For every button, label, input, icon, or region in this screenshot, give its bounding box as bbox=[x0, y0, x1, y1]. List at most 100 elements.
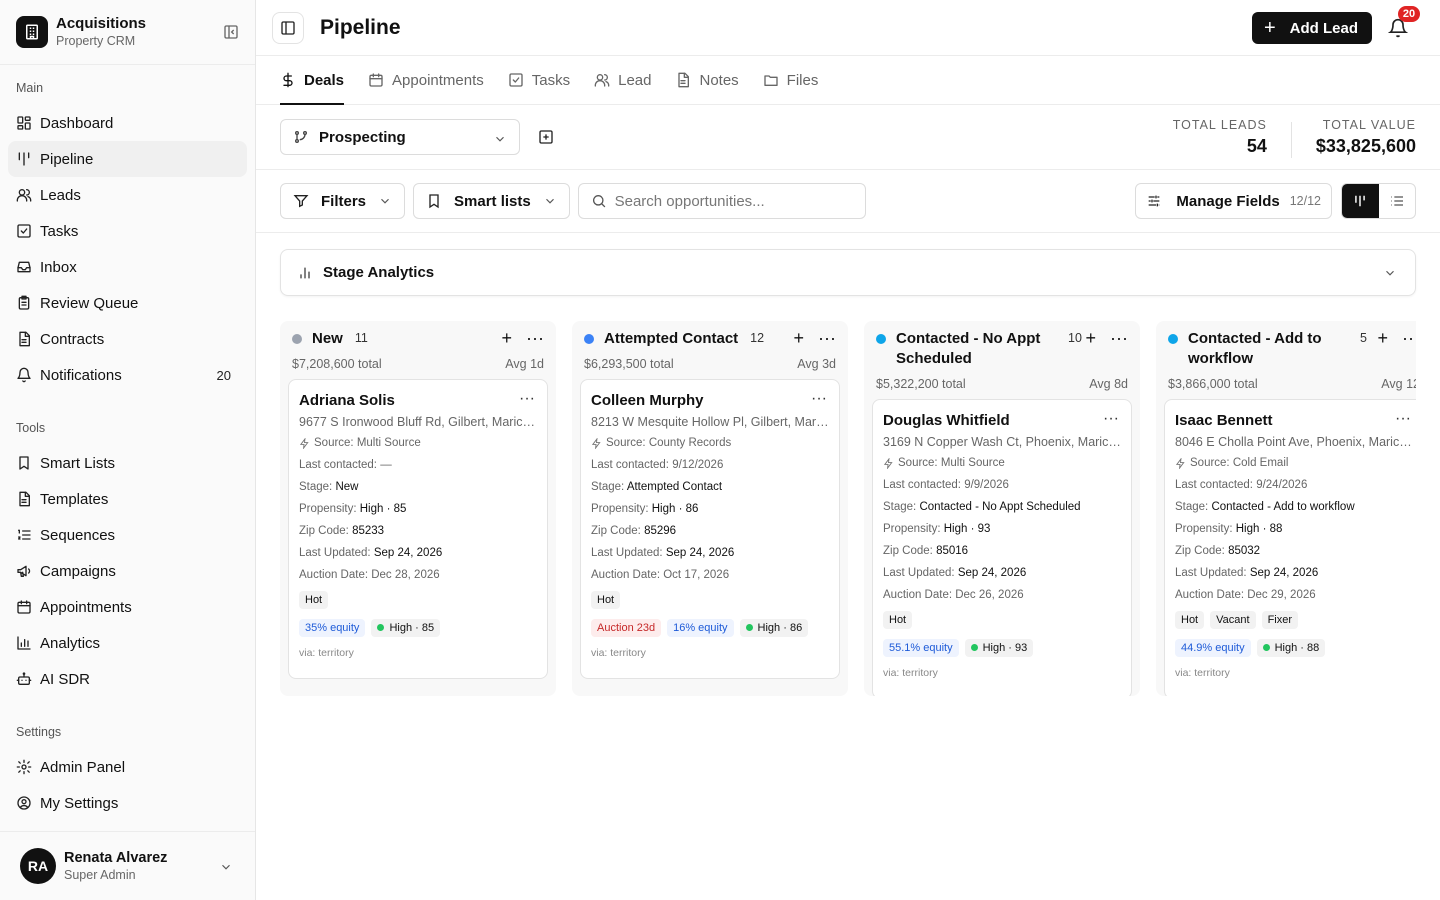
tab-label: Deals bbox=[304, 71, 345, 89]
sidebar-item-templates[interactable]: Templates bbox=[8, 481, 247, 517]
collapse-sidebar-icon[interactable] bbox=[223, 24, 239, 40]
lead-source: Source: Multi Source bbox=[883, 457, 1121, 469]
bot-icon bbox=[16, 672, 32, 685]
pipeline-select[interactable]: Prospecting bbox=[280, 119, 520, 155]
stage-analytics-toggle[interactable]: Stage Analytics bbox=[280, 249, 1416, 296]
more-options-icon[interactable]: ··· bbox=[1395, 410, 1411, 428]
board-view-button[interactable] bbox=[1342, 184, 1379, 218]
zap-icon bbox=[883, 457, 893, 469]
propensity-label: Propensity: bbox=[299, 503, 357, 515]
propensity-badge: High · 88 bbox=[1256, 639, 1326, 657]
propensity-row: Propensity: High · 85 bbox=[299, 503, 537, 515]
add-card-icon[interactable]: + bbox=[1378, 329, 1389, 347]
list-icon bbox=[1390, 196, 1403, 206]
sidebar-item-campaigns[interactable]: Campaigns bbox=[8, 553, 247, 589]
more-options-icon[interactable]: ··· bbox=[818, 329, 836, 347]
more-options-icon[interactable]: ··· bbox=[526, 329, 544, 347]
sidebar-item-dashboard[interactable]: Dashboard bbox=[8, 105, 247, 141]
last-contacted: Last contacted: 9/9/2026 bbox=[883, 479, 1009, 491]
updated-row: Last Updated: Sep 24, 2026 bbox=[299, 547, 537, 559]
sidebar-item-pipeline[interactable]: Pipeline bbox=[8, 141, 247, 177]
last-contacted: Last contacted: — bbox=[299, 459, 392, 471]
more-options-icon[interactable]: ··· bbox=[519, 390, 535, 408]
sidebar-item-notifications[interactable]: Notifications 20 bbox=[8, 357, 247, 393]
column-header: Contacted - Add to workflow 5 + ··· bbox=[1164, 329, 1416, 369]
filters-button[interactable]: Filters bbox=[280, 183, 406, 219]
kanban-icon bbox=[1355, 195, 1366, 207]
more-options-icon[interactable]: ··· bbox=[1402, 329, 1416, 347]
bookmark-icon bbox=[429, 194, 439, 209]
toggle-panel-button[interactable] bbox=[272, 11, 304, 44]
tab-tasks[interactable]: Tasks bbox=[508, 56, 570, 104]
zap-icon bbox=[299, 437, 309, 449]
sidebar-item-admin-panel[interactable]: Admin Panel bbox=[8, 749, 247, 785]
sidebar-item-analytics[interactable]: Analytics bbox=[8, 625, 247, 661]
chevron-down-icon bbox=[545, 198, 554, 204]
add-card-icon[interactable]: + bbox=[794, 329, 805, 347]
stage-label: Stage: bbox=[883, 501, 917, 513]
smart-lists-button[interactable]: Smart lists bbox=[413, 183, 570, 219]
lead-card[interactable]: Isaac Bennett ··· 8046 E Cholla Point Av… bbox=[1164, 399, 1416, 696]
add-lead-button[interactable]: + Add Lead bbox=[1251, 12, 1372, 44]
stage-label: Stage: bbox=[299, 481, 333, 493]
fields-count: 12/12 bbox=[1289, 194, 1321, 208]
tab-appointments[interactable]: Appointments bbox=[368, 56, 484, 104]
nav-group-tools-title: Tools bbox=[16, 421, 46, 435]
list-view-button[interactable] bbox=[1379, 184, 1416, 218]
tag-list: Hot bbox=[591, 591, 829, 609]
document-icon bbox=[678, 72, 690, 88]
pipeline-select-value: Prospecting bbox=[319, 128, 406, 146]
tab-deals[interactable]: Deals bbox=[280, 56, 345, 105]
filter-icon bbox=[293, 195, 309, 208]
add-pipeline-icon[interactable] bbox=[538, 129, 554, 145]
sliders-icon bbox=[1149, 195, 1160, 207]
sidebar-item-review-queue[interactable]: Review Queue bbox=[8, 285, 247, 321]
stage-color-dot bbox=[584, 334, 594, 344]
add-card-icon[interactable]: + bbox=[502, 329, 513, 347]
sidebar-item-my-settings[interactable]: My Settings bbox=[8, 785, 247, 821]
stage-color-dot bbox=[1168, 334, 1178, 344]
sidebar-item-label: Pipeline bbox=[40, 150, 94, 168]
propensity-value: High · 88 bbox=[1235, 523, 1283, 535]
lead-card[interactable]: Adriana Solis ··· 9677 S Ironwood Bluff … bbox=[288, 379, 548, 679]
propensity-row: Propensity: High · 86 bbox=[591, 503, 829, 515]
user-menu[interactable]: RA Renata Alvarez Super Admin bbox=[0, 831, 255, 900]
badge-list: 44.9% equity High · 88 bbox=[1175, 639, 1413, 657]
user-role: Super Admin bbox=[64, 868, 136, 882]
tab-lead[interactable]: Lead bbox=[594, 56, 651, 104]
sidebar-item-contracts[interactable]: Contracts bbox=[8, 321, 247, 357]
column-title: Attempted Contact bbox=[604, 330, 739, 347]
tag-list: Hot bbox=[883, 611, 1121, 629]
user-name: Renata Alvarez bbox=[64, 850, 168, 866]
tab-files[interactable]: Files bbox=[763, 56, 818, 104]
lead-card[interactable]: Douglas Whitfield ··· 3169 N Copper Wash… bbox=[872, 399, 1132, 696]
more-options-icon[interactable]: ··· bbox=[811, 390, 827, 408]
stage-label: Stage: bbox=[1175, 501, 1209, 513]
search-input[interactable] bbox=[614, 192, 853, 210]
sidebar-item-smart-lists[interactable]: Smart Lists bbox=[8, 445, 247, 481]
manage-fields-button[interactable]: Manage Fields 12/12 bbox=[1135, 183, 1332, 219]
lead-card[interactable]: Colleen Murphy ··· 8213 W Mesquite Hollo… bbox=[580, 379, 840, 679]
sidebar-item-appointments[interactable]: Appointments bbox=[8, 589, 247, 625]
sidebar-item-sequences[interactable]: Sequences bbox=[8, 517, 247, 553]
propensity-badge: High · 86 bbox=[739, 619, 809, 637]
tab-notes[interactable]: Notes bbox=[675, 56, 739, 104]
check-square-icon bbox=[17, 224, 31, 238]
more-options-icon[interactable]: ··· bbox=[1103, 410, 1119, 428]
add-card-icon[interactable]: + bbox=[1086, 329, 1097, 347]
tag-list: Hot bbox=[299, 591, 537, 609]
column-avg: Avg 1d bbox=[505, 357, 544, 371]
sidebar-item-ai-sdr[interactable]: AI SDR bbox=[8, 661, 247, 697]
nav-group-settings-title: Settings bbox=[16, 725, 62, 739]
auction-date: Auction Date: Dec 28, 2026 bbox=[299, 569, 440, 581]
more-options-icon[interactable]: ··· bbox=[1110, 329, 1128, 347]
tag: Hot bbox=[299, 591, 329, 609]
sidebar-item-leads[interactable]: Leads bbox=[8, 177, 247, 213]
chevron-down-icon[interactable] bbox=[219, 860, 233, 874]
updated-label: Last Updated: bbox=[299, 547, 371, 559]
sidebar-item-tasks[interactable]: Tasks bbox=[8, 213, 247, 249]
sidebar-item-inbox[interactable]: Inbox bbox=[8, 249, 247, 285]
dollar-icon bbox=[283, 72, 293, 88]
manage-fields-label: Manage Fields bbox=[1176, 192, 1280, 210]
equity-badge: 16% equity bbox=[667, 619, 734, 637]
